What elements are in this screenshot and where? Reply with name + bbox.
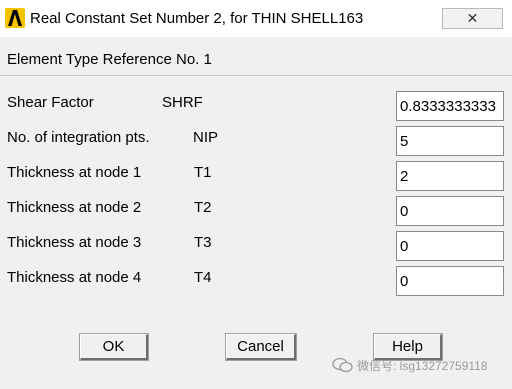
field-code: NIP [193, 129, 219, 146]
t2-input[interactable] [396, 196, 504, 226]
field-label: Shear Factor [7, 94, 94, 111]
element-type-reference-row: Element Type Reference No. 1 [0, 37, 512, 76]
t3-input[interactable] [396, 231, 504, 261]
cancel-button[interactable]: Cancel [226, 334, 296, 360]
field-row-t2: Thickness at node 2 T2 [0, 196, 512, 230]
shrf-input[interactable] [396, 91, 504, 121]
t4-input[interactable] [396, 266, 504, 296]
watermark-text: 微信号: lsg13272759118 [357, 359, 488, 373]
close-icon: ✕ [466, 10, 479, 26]
field-code: T3 [194, 234, 212, 251]
field-code: T4 [194, 269, 212, 286]
field-row-t1: Thickness at node 1 T1 [0, 161, 512, 195]
t1-input[interactable] [396, 161, 504, 191]
window-title: Real Constant Set Number 2, for THIN SHE… [30, 10, 364, 27]
title-bar: Real Constant Set Number 2, for THIN SHE… [0, 0, 512, 37]
field-row-nip: No. of integration pts. NIP [0, 126, 512, 160]
field-row-t4: Thickness at node 4 T4 [0, 266, 512, 300]
field-label: Thickness at node 3 [7, 234, 142, 251]
nip-input[interactable] [396, 126, 504, 156]
field-row-shrf: Shear Factor SHRF [0, 91, 512, 125]
watermark: 微信号: lsg13272759118 [332, 356, 507, 376]
field-code: T2 [194, 199, 212, 216]
field-code: T1 [194, 164, 212, 181]
ansys-logo-icon [5, 8, 25, 28]
field-label: Thickness at node 2 [7, 199, 142, 216]
field-code: SHRF [162, 94, 203, 111]
field-label: No. of integration pts. [7, 129, 150, 146]
field-label: Thickness at node 1 [7, 164, 142, 181]
close-button[interactable]: ✕ [442, 8, 503, 29]
ok-button[interactable]: OK [80, 334, 148, 360]
wechat-icon [332, 357, 353, 373]
field-label: Thickness at node 4 [7, 269, 142, 286]
field-row-t3: Thickness at node 3 T3 [0, 231, 512, 265]
element-type-reference: Element Type Reference No. 1 [7, 51, 212, 68]
